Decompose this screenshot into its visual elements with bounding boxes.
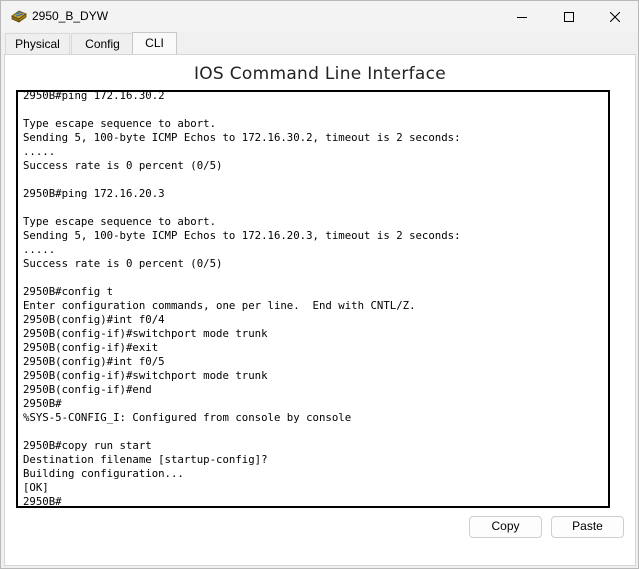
cli-terminal[interactable]: 2950B#ping 172.16.30.2 Type escape sequen… — [16, 90, 610, 508]
terminal-line: 2950B(config)#int f0/4 — [23, 313, 165, 326]
terminal-line: Type escape sequence to abort. — [23, 117, 217, 130]
cli-window: 2950_B_DYW Physical Config CLI IOS Comma… — [0, 0, 639, 569]
terminal-line: Destination filename [startup-config]? — [23, 453, 268, 466]
paste-button[interactable]: Paste — [551, 516, 624, 538]
tab-physical[interactable]: Physical — [5, 33, 70, 54]
terminal-line: 2950B(config-if)#switchport mode trunk — [23, 327, 268, 340]
terminal-line: Type escape sequence to abort. — [23, 215, 217, 228]
app-icon — [10, 8, 28, 24]
terminal-line: 2950B(config-if)#exit — [23, 341, 159, 354]
cli-panel: IOS Command Line Interface 2950B#ping 17… — [4, 54, 636, 566]
maximize-icon — [564, 11, 574, 22]
terminal-line: Sending 5, 100-byte ICMP Echos to 172.16… — [23, 229, 461, 242]
minimize-icon — [517, 16, 527, 18]
terminal-line: [OK] — [23, 481, 49, 494]
terminal-line: %SYS-5-CONFIG_I: Configured from console… — [23, 411, 352, 424]
terminal-line: 2950B#config t — [23, 285, 114, 298]
terminal-line: 2950B(config)#int f0/5 — [23, 355, 165, 368]
terminal-line: 2950B#copy run start — [23, 439, 152, 452]
minimize-button[interactable] — [499, 1, 545, 32]
terminal-line: 2950B#ping 172.16.30.2 — [23, 90, 165, 102]
terminal-line: 2950B(config-if)#end — [23, 383, 152, 396]
copy-button[interactable]: Copy — [469, 516, 542, 538]
terminal-line: ..... — [23, 145, 56, 158]
maximize-button[interactable] — [546, 1, 592, 32]
terminal-line: ..... — [23, 243, 56, 256]
terminal-line: 2950B#ping 172.16.20.3 — [23, 187, 165, 200]
terminal-line: 2950B# — [23, 495, 62, 508]
tab-config[interactable]: Config — [71, 33, 134, 54]
window-title: 2950_B_DYW — [32, 9, 109, 23]
title-bar[interactable]: 2950_B_DYW — [1, 1, 638, 32]
terminal-output: 2950B#ping 172.16.30.2 Type escape sequen… — [23, 90, 583, 508]
terminal-line: Success rate is 0 percent (0/5) — [23, 257, 223, 270]
terminal-line: 2950B# — [23, 397, 62, 410]
page-title: IOS Command Line Interface — [193, 64, 447, 84]
close-button[interactable] — [592, 1, 638, 32]
terminal-line: Success rate is 0 percent (0/5) — [23, 159, 223, 172]
terminal-line: Building configuration... — [23, 467, 184, 480]
tab-cli[interactable]: CLI — [132, 32, 177, 55]
terminal-line: Enter configuration commands, one per li… — [23, 299, 416, 312]
terminal-line: 2950B(config-if)#switchport mode trunk — [23, 369, 268, 382]
terminal-line: Sending 5, 100-byte ICMP Echos to 172.16… — [23, 131, 461, 144]
close-icon — [610, 11, 620, 22]
